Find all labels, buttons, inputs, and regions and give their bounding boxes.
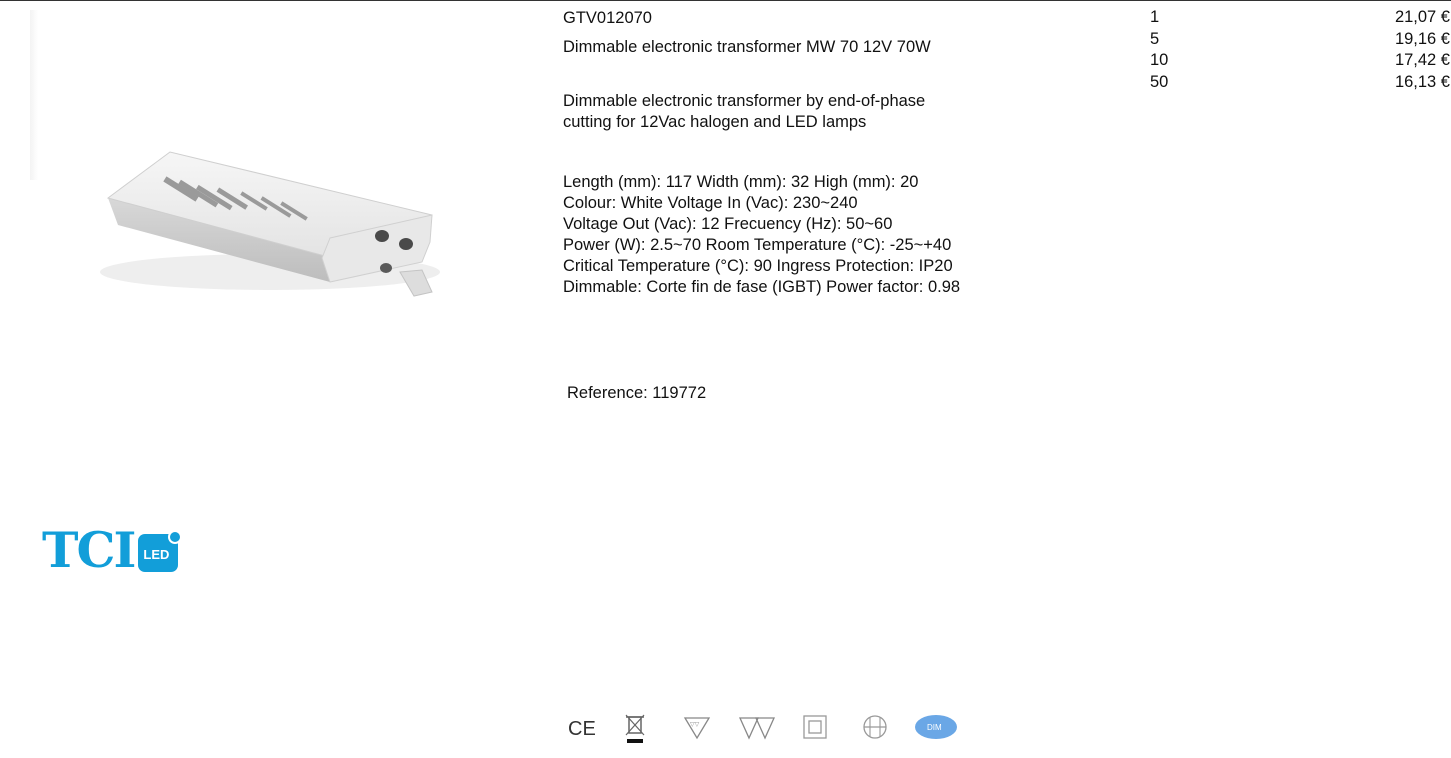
dimmable-badge-icon: DIM [915,715,957,739]
price-row: 50 16,13 € [1150,73,1450,95]
svg-text:▽▽: ▽▽ [690,722,700,728]
dim-label: DIM [927,723,942,732]
furniture-mount-icon: ▽▽ [683,717,711,740]
quantity-cell: 10 [1150,51,1169,69]
spec-line: Voltage Out (Vac): 12 Frecuency (Hz): 50… [563,215,893,233]
brand-logo: TCI LED [42,520,183,580]
product-image [30,10,490,350]
product-description: Dimmable electronic transformer by end-o… [563,91,1083,133]
product-code: GTV012070 [563,9,652,27]
weee-bin-icon [625,714,645,743]
quantity-cell: 1 [1150,8,1160,26]
double-furniture-mount-icon [738,717,776,740]
product-reference: Reference: 119772 [567,384,707,402]
price-row: 5 19,16 € [1150,30,1450,52]
independent-control-gear-icon [863,715,887,739]
image-edge-shade [30,10,38,180]
price-row: 1 21,07 € [1150,8,1450,30]
quantity-cell: 50 [1150,72,1169,91]
price-cell: 19,16 € [1394,29,1450,48]
ce-label: CE [568,718,596,740]
product-name: Dimmable electronic transformer MW 70 12… [563,38,931,56]
price-cell: 17,42 € [1394,51,1450,69]
badge-dot [168,530,183,544]
description-line: cutting for 12Vac halogen and LED lamps [563,113,867,131]
brand-name: TCI [42,521,136,579]
price-cell: 21,07 € [1394,8,1450,26]
price-table: 1 21,07 € 5 19,16 € 10 17,42 € 50 16,13 … [1150,8,1450,94]
led-badge-label: LED [143,547,170,562]
quantity-cell: 5 [1150,29,1160,48]
price-row: 10 17,42 € [1150,51,1450,73]
transformer-illustration [100,151,440,297]
spec-line: Length (mm): 117 Width (mm): 32 High (mm… [563,173,919,191]
spec-line: Critical Temperature (°C): 90 Ingress Pr… [563,257,953,275]
price-cell: 16,13 € [1394,72,1450,91]
product-specs: Length (mm): 117 Width (mm): 32 High (mm… [563,172,1123,298]
spec-line: Colour: White Voltage In (Vac): 230~240 [563,194,858,212]
ce-mark-icon: CE [568,718,596,740]
spec-line: Dimmable: Corte fin de fase (IGBT) Power… [563,278,961,296]
class-ii-insulation-icon [803,715,827,739]
top-divider [0,0,1451,1]
description-line: Dimmable electronic transformer by end-o… [563,92,926,110]
led-badge-icon: LED [138,530,183,572]
spec-line: Power (W): 2.5~70 Room Temperature (°C):… [563,236,952,254]
